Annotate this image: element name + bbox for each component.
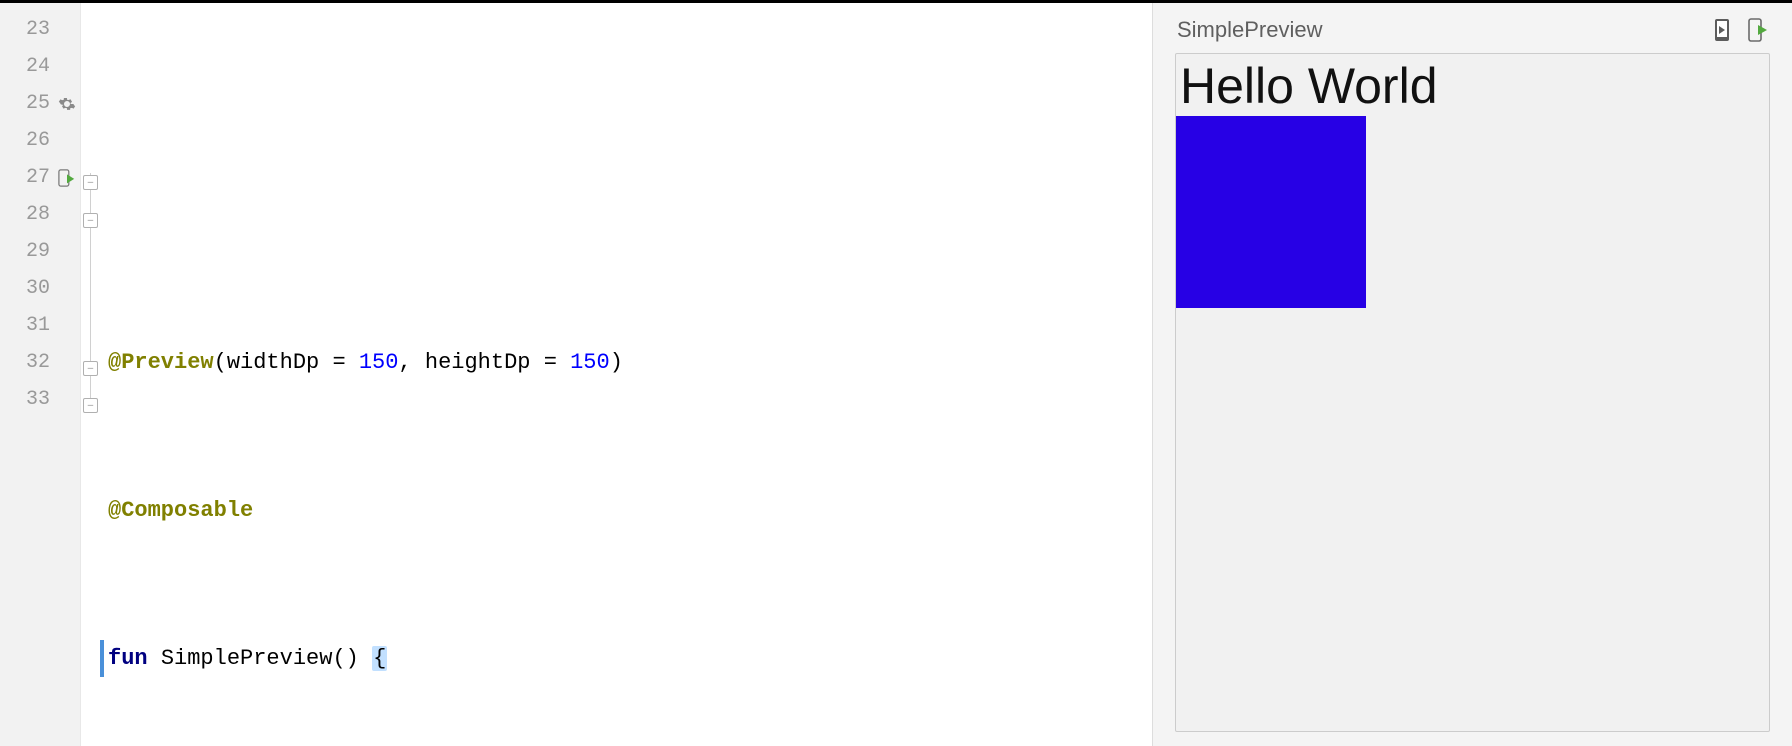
arg-name: widthDp = (227, 350, 359, 375)
fold-handle-icon[interactable]: ─ (83, 175, 98, 190)
fold-column: ─ ─ ─ ─ (80, 3, 100, 746)
number-literal: 150 (359, 350, 399, 375)
code-line[interactable]: fun SimplePreview() { (100, 640, 1152, 677)
line-number[interactable]: 27 (0, 159, 80, 196)
interactive-preview-icon[interactable] (1712, 18, 1734, 42)
code-line[interactable]: @Composable (100, 492, 1152, 529)
number-literal: 150 (570, 350, 610, 375)
punct: ( (214, 350, 227, 375)
preview-header-actions (1712, 18, 1768, 42)
brace-open: { (372, 646, 387, 671)
preview-text: Hello World (1180, 56, 1438, 116)
compose-preview-pane: SimplePreview Hello World (1152, 3, 1792, 746)
line-number[interactable]: 29 (0, 233, 80, 270)
ide-window: 23 24 25 26 27 28 29 30 31 32 3 (0, 3, 1792, 746)
line-number[interactable]: 24 (0, 48, 80, 85)
preview-title: SimplePreview (1177, 17, 1323, 43)
line-number[interactable]: 30 (0, 270, 80, 307)
fold-handle-icon[interactable]: ─ (83, 398, 98, 413)
line-number[interactable]: 23 (0, 11, 80, 48)
punct: ) (610, 350, 623, 375)
space (148, 646, 161, 671)
punct: () (332, 646, 372, 671)
punct: , (398, 350, 424, 375)
run-gutter-icon[interactable] (58, 169, 76, 187)
gutter: 23 24 25 26 27 28 29 30 31 32 3 (0, 3, 80, 746)
fold-handle-icon[interactable]: ─ (83, 213, 98, 228)
annotation: @Composable (108, 498, 253, 523)
preview-header: SimplePreview (1175, 17, 1770, 43)
keyword: fun (108, 646, 148, 671)
gear-icon[interactable] (58, 95, 76, 113)
fold-handle-icon[interactable]: ─ (83, 361, 98, 376)
code-area[interactable]: @Preview(widthDp = 150, heightDp = 150) … (100, 3, 1152, 746)
line-number[interactable]: 33 (0, 381, 80, 418)
code-line[interactable] (100, 85, 1152, 122)
code-line[interactable]: @Preview(widthDp = 150, heightDp = 150) (100, 344, 1152, 381)
line-number[interactable]: 32 (0, 344, 80, 381)
line-number[interactable]: 25 (0, 85, 80, 122)
line-number[interactable]: 28 (0, 196, 80, 233)
code-line[interactable] (100, 196, 1152, 233)
line-number[interactable]: 31 (0, 307, 80, 344)
function-name: SimplePreview (161, 646, 333, 671)
deploy-preview-icon[interactable] (1746, 18, 1768, 42)
code-editor[interactable]: 23 24 25 26 27 28 29 30 31 32 3 (0, 3, 1152, 746)
change-marker (100, 640, 104, 677)
preview-blue-box (1176, 116, 1366, 308)
arg-name: heightDp = (425, 350, 570, 375)
preview-canvas[interactable]: Hello World (1175, 53, 1770, 732)
annotation: @Preview (108, 350, 214, 375)
line-number[interactable]: 26 (0, 122, 80, 159)
